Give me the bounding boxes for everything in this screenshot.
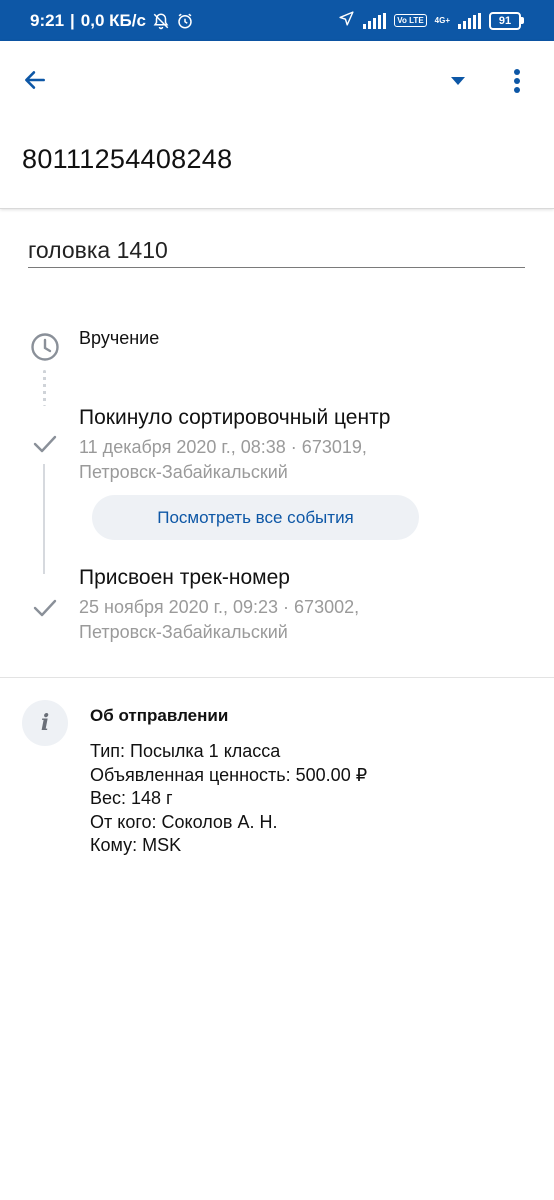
info-weight: Вес: 148 г <box>90 788 173 808</box>
network-type: 4G+ <box>434 15 450 25</box>
back-button[interactable] <box>18 63 52 97</box>
dropdown-button[interactable] <box>444 67 472 95</box>
info-type: Тип: Посылка 1 класса <box>90 741 281 761</box>
check-icon <box>29 592 61 624</box>
location-icon <box>338 10 355 32</box>
info-title: Об отправлении <box>90 706 229 725</box>
event-title-sorting: Покинуло сортировочный центр <box>79 406 391 429</box>
info-sender: От кого: Соколов А. Н. <box>90 811 278 832</box>
section-divider <box>0 677 554 678</box>
more-options-button[interactable] <box>502 63 532 99</box>
signal-icon-2 <box>458 12 481 29</box>
arrow-left-icon <box>25 71 45 89</box>
clock-icon <box>29 331 61 363</box>
view-all-events-button[interactable]: Посмотреть все события <box>92 495 419 540</box>
event-place-assigned: Петровск-Забайкальский <box>79 622 288 642</box>
more-vertical-icon <box>514 69 520 93</box>
status-speed: 0,0 КБ/с <box>80 10 146 30</box>
status-divider: | <box>70 10 75 30</box>
battery-level: 91 <box>489 11 521 30</box>
bell-off-icon <box>152 12 170 30</box>
event-place-sorting: Петровск-Забайкальский <box>79 462 288 482</box>
event-title-assigned: Присвоен трек-номер <box>79 566 290 589</box>
event-date-sorting: 11 декабря 2020 г., 08:38 · 673019, <box>79 437 367 457</box>
battery-icon: 91 <box>489 11 524 30</box>
timeline-dotted-connector <box>43 370 46 406</box>
event-title-delivery: Вручение <box>79 328 160 348</box>
info-declared-value: Объявленная ценность: 500.00 ₽ <box>90 764 368 785</box>
signal-icon <box>363 12 387 29</box>
alarm-icon <box>176 12 194 30</box>
track-number: 80111254408248 <box>22 144 233 174</box>
timeline-connector <box>43 464 45 574</box>
shipment-name-field[interactable]: головка 1410 <box>28 236 525 268</box>
event-date-assigned: 25 ноября 2020 г., 09:23 · 673002, <box>79 597 360 617</box>
status-time: 9:21 <box>30 10 65 30</box>
check-icon <box>29 428 61 460</box>
info-recipient: Кому: MSK <box>90 835 182 855</box>
info-details: Тип: Посылка 1 класса Объявленная ценнос… <box>90 740 367 858</box>
triangle-down-icon <box>451 77 465 85</box>
status-bar: 9:21 | 0,0 КБ/с Vo LTE 4G+ 91 <box>0 0 554 41</box>
volte-badge: Vo LTE <box>394 14 427 27</box>
app-bar: 80111254408248 <box>0 41 554 209</box>
info-icon: i <box>22 700 68 746</box>
